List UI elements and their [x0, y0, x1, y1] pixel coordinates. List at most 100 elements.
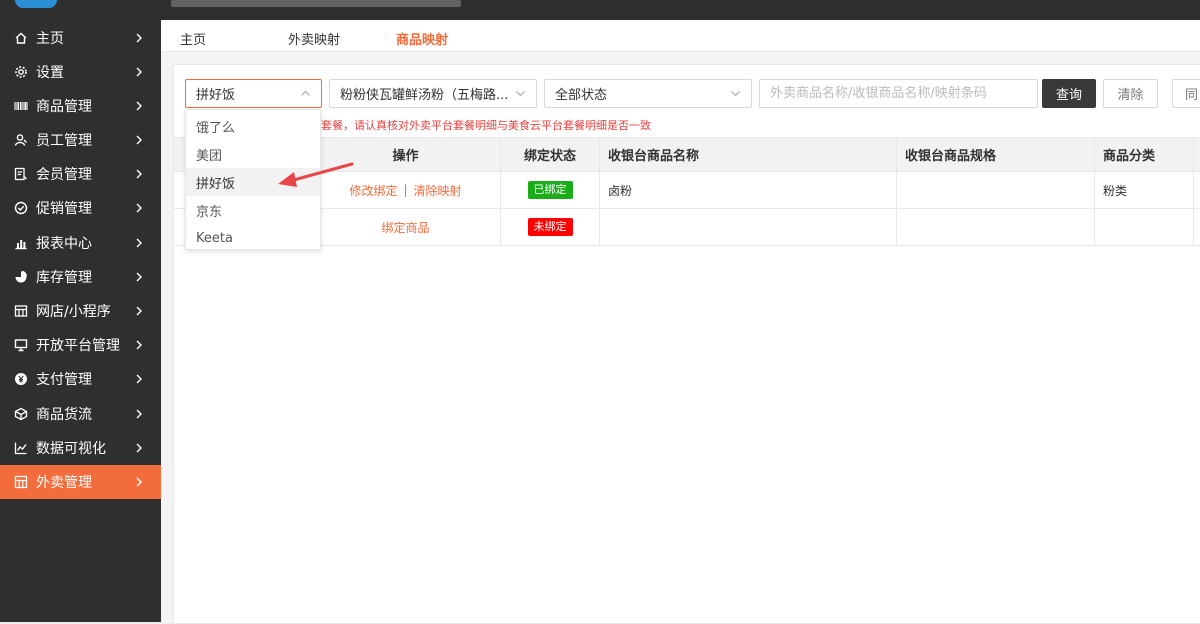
platform-option-jd[interactable]: 京东 [186, 196, 320, 224]
sidebar-item-label: 开放平台管理 [36, 338, 120, 354]
notice-text: 套餐，请认真核对外卖平台套餐明细与美食云平台套餐明细是否一致 [321, 119, 651, 132]
row-cell-extra [1193, 172, 1200, 208]
shop-icon [14, 304, 28, 318]
status-badge: 未绑定 [527, 218, 573, 236]
sidebar-item-label: 商品货流 [36, 407, 92, 423]
sidebar-item-label: 商品管理 [36, 99, 92, 115]
table-header-row: 操作 绑定状态 收银台商品名称 收银台商品规格 商品分类 [174, 138, 1200, 172]
line-chart-icon [14, 441, 28, 455]
sidebar-item-label: 网店/小程序 [36, 304, 111, 320]
sidebar-item-label: 促销管理 [36, 201, 92, 217]
sidebar-item[interactable]: 设置 [0, 55, 161, 89]
row-status-cell: 未绑定 [500, 209, 599, 245]
row-category: 粉类 [1094, 172, 1193, 208]
sync-button[interactable]: 同 [1172, 79, 1200, 108]
chevron-right-icon [131, 371, 147, 387]
mapping-panel: 拼好饭 粉粉侠瓦罐鲜汤粉（五梅路... 全部状态 查询 清除 同 套餐，请认真核… [173, 64, 1200, 624]
sidebar-item[interactable]: 商品货流 [0, 397, 161, 431]
platform-dropdown-menu: 饿了么 美团 拼好饭 京东 Keeta [185, 109, 321, 250]
chevron-right-icon [131, 166, 147, 182]
clear-button[interactable]: 清除 [1103, 79, 1158, 108]
sidebar-item[interactable]: 外卖管理 [0, 465, 161, 499]
sidebar-item-label: 主页 [36, 31, 64, 47]
row-actions: 绑定商品 [311, 209, 500, 245]
store-icon [14, 475, 28, 489]
sidebar-item-label: 报表中心 [36, 236, 92, 252]
tab-bar: 主页 外卖映射 商品映射 [161, 20, 1200, 52]
keyword-search-input[interactable] [759, 79, 1038, 108]
chevron-down-icon [731, 91, 740, 97]
sidebar-item-label: 设置 [36, 65, 64, 81]
chevron-right-icon [131, 132, 147, 148]
sidebar: 主页设置商品管理员工管理会员管理促销管理报表中心库存管理网店/小程序 开放平台管理… [0, 20, 161, 622]
row-product-spec [896, 209, 1094, 245]
platform-option-meituan[interactable]: 美团 [186, 140, 320, 168]
sidebar-item[interactable]: 数据可视化 [0, 431, 161, 465]
header-bind-status: 绑定状态 [500, 138, 599, 171]
sidebar-item[interactable]: 库存管理 [0, 260, 161, 294]
member-icon [14, 167, 28, 181]
sidebar-item-label: 外卖管理 [36, 475, 92, 491]
sidebar-item[interactable]: 网店/小程序 [0, 294, 161, 328]
chevron-up-icon [301, 90, 310, 96]
chevron-right-icon [131, 406, 147, 422]
sidebar-item-label: 数据可视化 [36, 441, 106, 457]
row-cell-extra [1193, 209, 1200, 245]
sidebar-item[interactable]: 促销管理 [0, 191, 161, 225]
sidebar-item[interactable]: 会员管理 [0, 157, 161, 191]
clear-mapping-link[interactable]: 清除映射 [414, 182, 462, 199]
sidebar-item[interactable]: 开放平台管理 [0, 328, 161, 362]
table-row: 绑定商品 未绑定 [174, 209, 1200, 246]
row-product-name [599, 209, 896, 245]
status-select[interactable]: 全部状态 [544, 79, 752, 108]
tab-product-mapping[interactable]: 商品映射 [396, 29, 448, 48]
cube-icon [14, 407, 28, 421]
chevron-right-icon [131, 440, 147, 456]
tab-home[interactable]: 主页 [180, 29, 206, 48]
header-actions: 操作 [392, 149, 419, 164]
header-blurred-text [171, 0, 461, 7]
gear-icon [14, 65, 28, 79]
yen-icon [14, 372, 28, 386]
sidebar-item[interactable]: 支付管理 [0, 362, 161, 396]
store-select-value: 粉粉侠瓦罐鲜汤粉（五梅路... [340, 88, 509, 103]
chevron-right-icon [131, 98, 147, 114]
header-product-spec: 收银台商品规格 [896, 138, 1094, 171]
chevron-right-icon [131, 30, 147, 46]
sidebar-item-label: 员工管理 [36, 133, 92, 149]
sidebar-item[interactable]: 商品管理 [0, 89, 161, 123]
platform-option-keeta[interactable]: Keeta [186, 224, 320, 252]
row-category [1094, 209, 1193, 245]
platform-option-pinhaofan[interactable]: 拼好饭 [186, 168, 320, 196]
chart-icon [14, 236, 28, 250]
row-product-spec [896, 172, 1094, 208]
store-select[interactable]: 粉粉侠瓦罐鲜汤粉（五梅路... [329, 79, 537, 108]
bind-product-link[interactable]: 绑定商品 [381, 219, 429, 236]
chevron-right-icon [131, 303, 147, 319]
top-header-bar [0, 0, 1200, 20]
sidebar-item[interactable]: 员工管理 [0, 123, 161, 157]
barcode-icon [14, 99, 28, 113]
home-icon [14, 31, 28, 45]
sidebar-item[interactable]: 主页 [0, 21, 161, 55]
chevron-right-icon [131, 64, 147, 80]
platform-select-value: 拼好饭 [196, 88, 236, 103]
status-badge: 已绑定 [527, 181, 573, 199]
platform-select[interactable]: 拼好饭 [185, 79, 322, 108]
check-circle-icon [14, 201, 28, 215]
header-category: 商品分类 [1094, 138, 1193, 171]
sidebar-item[interactable]: 报表中心 [0, 226, 161, 260]
staff-icon [14, 133, 28, 147]
chevron-right-icon [131, 337, 147, 353]
sidebar-item-label: 会员管理 [36, 167, 92, 183]
row-actions: 修改绑定 | 清除映射 [311, 172, 500, 208]
row-product-name: 卤粉 [599, 172, 896, 208]
action-separator: | [403, 183, 408, 197]
chevron-right-icon [131, 235, 147, 251]
platform-option-eleme[interactable]: 饿了么 [186, 112, 320, 140]
pie-icon [14, 270, 28, 284]
tab-delivery-mapping[interactable]: 外卖映射 [288, 29, 340, 48]
query-button[interactable]: 查询 [1042, 79, 1096, 108]
edit-binding-link[interactable]: 修改绑定 [349, 182, 397, 199]
app-logo [15, 0, 57, 8]
